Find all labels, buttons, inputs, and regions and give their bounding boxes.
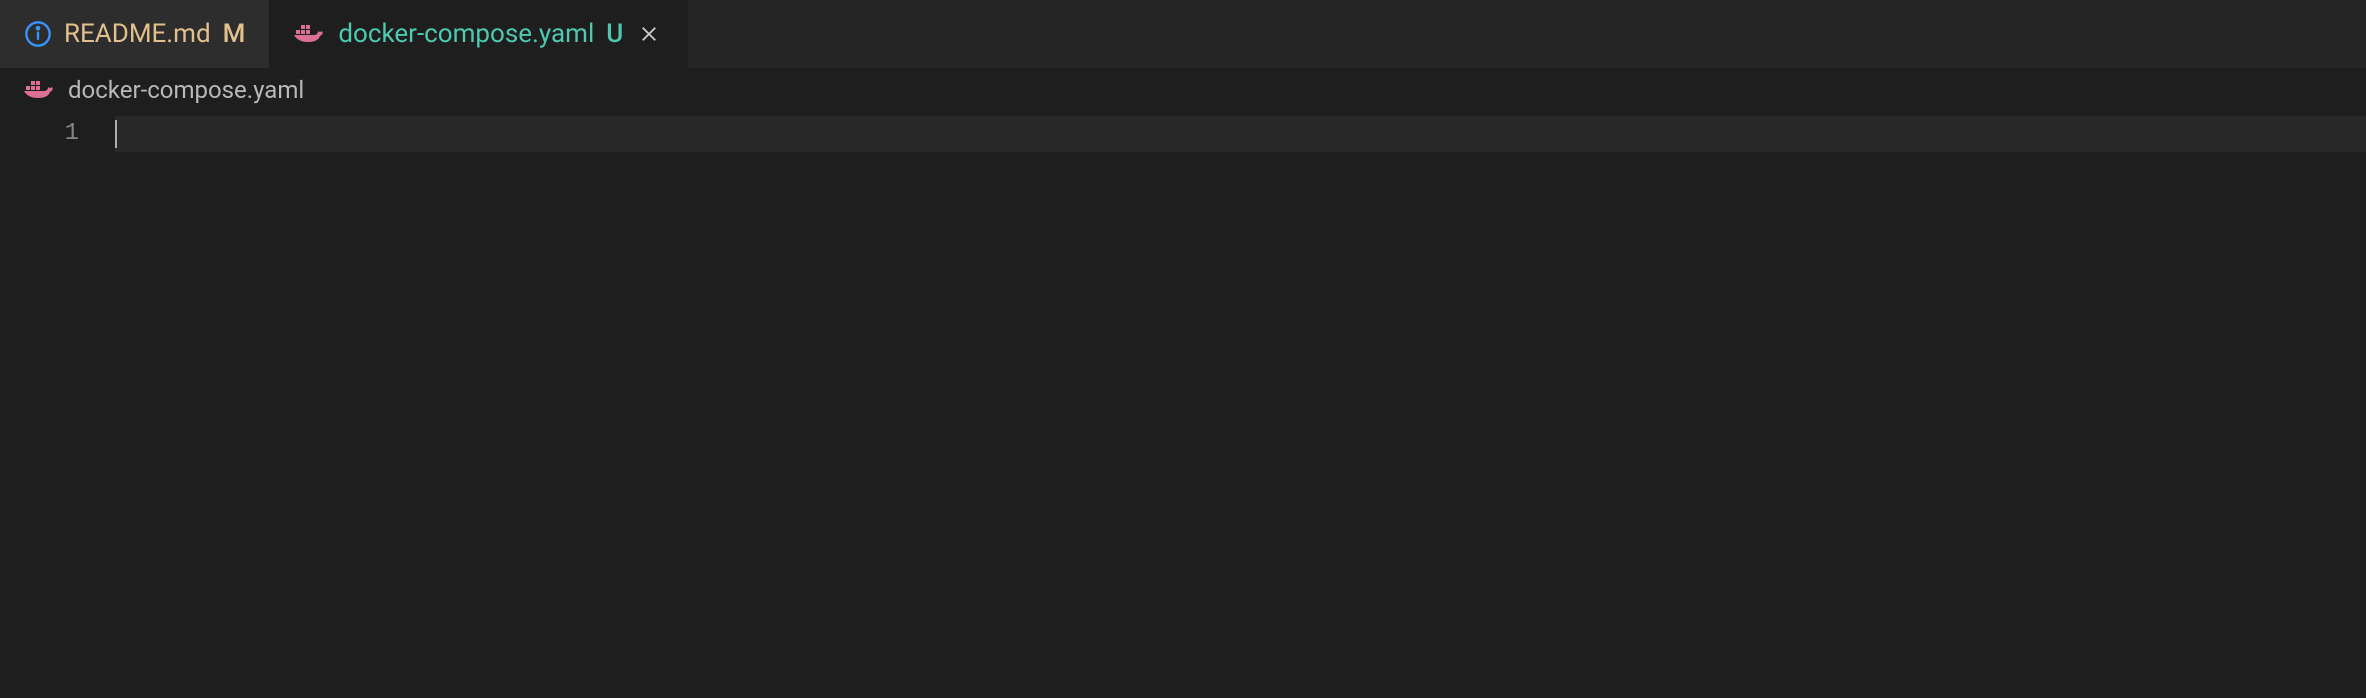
line-number-gutter: 1 — [0, 112, 115, 698]
docker-icon — [294, 22, 326, 46]
editor-line[interactable] — [115, 116, 2366, 152]
docker-icon — [24, 78, 56, 102]
tab-status-modified: M — [223, 19, 246, 49]
breadcrumb-label: docker-compose.yaml — [68, 76, 304, 104]
tabs-bar: README.md M docker-compose.yaml U — [0, 0, 2366, 68]
editor-content[interactable] — [115, 112, 2366, 698]
info-icon — [24, 20, 52, 48]
tab-status-untracked: U — [606, 19, 623, 49]
tab-readme[interactable]: README.md M — [0, 0, 270, 68]
breadcrumb[interactable]: docker-compose.yaml — [0, 68, 2366, 112]
line-number[interactable]: 1 — [0, 116, 79, 152]
editor-area: 1 — [0, 112, 2366, 698]
tab-docker-compose[interactable]: docker-compose.yaml U — [270, 0, 688, 68]
text-cursor — [115, 120, 117, 148]
tab-label: docker-compose.yaml — [338, 19, 594, 49]
tabs-empty-area[interactable] — [688, 0, 2366, 68]
tab-label: README.md — [64, 19, 211, 49]
close-icon[interactable] — [635, 20, 663, 48]
